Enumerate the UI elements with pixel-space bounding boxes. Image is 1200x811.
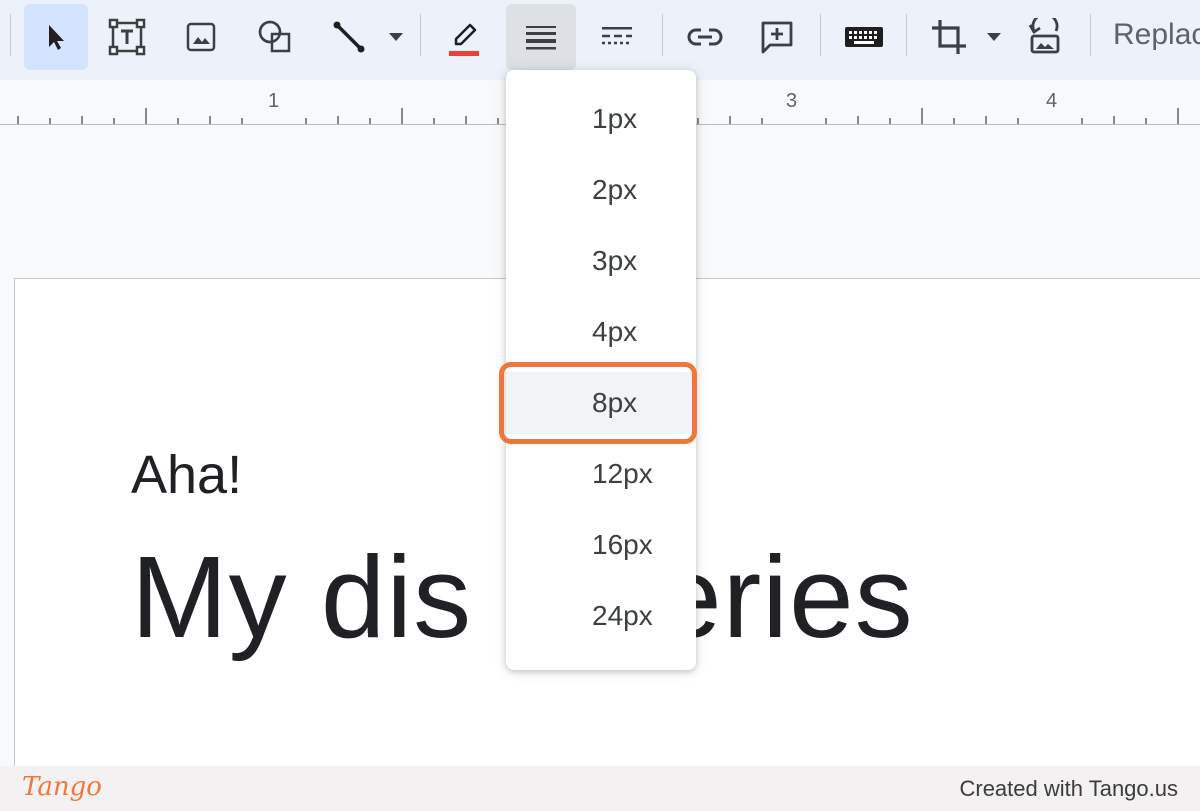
slide-title-start: My dis <box>131 532 473 662</box>
weight-option-1px[interactable]: 1px <box>506 88 696 150</box>
shape-icon <box>255 17 295 57</box>
crop-icon <box>929 17 969 57</box>
pencil-icon <box>439 12 489 62</box>
toolbar-separator <box>662 14 663 56</box>
toolbar-separator <box>820 14 821 56</box>
weight-option-2px[interactable]: 2px <box>506 159 696 221</box>
toolbar-separator <box>10 14 11 56</box>
line-color-swatch <box>449 51 479 56</box>
select-tool-button[interactable] <box>24 4 88 70</box>
crop-dropdown-button[interactable] <box>980 4 1008 70</box>
weight-option-12px[interactable]: 12px <box>506 443 696 505</box>
weight-option-16px[interactable]: 16px <box>506 514 696 576</box>
image-icon <box>184 20 218 54</box>
footer-credit: Created with Tango.us <box>959 776 1178 801</box>
border-weight-button[interactable] <box>506 4 576 70</box>
add-comment-icon <box>758 18 796 56</box>
weight-option-label: 16px <box>592 529 653 560</box>
text-box-icon <box>107 17 147 57</box>
line-dash-icon <box>600 24 634 50</box>
slide-subtitle[interactable]: Aha! <box>131 444 242 506</box>
weight-option-label: 3px <box>592 245 638 276</box>
ruler-label: 4 <box>1046 90 1058 112</box>
weight-option-3px[interactable]: 3px <box>506 230 696 292</box>
caret-down-icon <box>986 32 1002 42</box>
reset-image-icon <box>1026 18 1064 56</box>
border-color-button[interactable] <box>432 4 496 70</box>
weight-option-label: 12px <box>592 458 653 489</box>
replace-image-button[interactable]: Replac <box>1113 18 1200 52</box>
cursor-icon <box>43 22 69 52</box>
toolbar-separator <box>906 14 907 56</box>
crop-button[interactable] <box>918 4 980 70</box>
input-tools-button[interactable] <box>832 4 896 70</box>
weight-option-4px[interactable]: 4px <box>506 301 696 363</box>
weight-option-label: 24px <box>592 600 653 631</box>
toolbar-separator <box>1090 14 1091 56</box>
add-comment-button[interactable] <box>746 4 808 70</box>
link-icon <box>685 25 725 49</box>
text-box-button[interactable] <box>96 4 158 70</box>
line-icon <box>331 19 367 55</box>
insert-image-button[interactable] <box>170 4 232 70</box>
weight-option-label: 4px <box>592 316 638 347</box>
tango-logo: Tango <box>22 772 102 802</box>
line-tool-button[interactable] <box>318 4 380 70</box>
highlight-focus-box <box>499 362 697 444</box>
caret-down-icon <box>388 32 404 42</box>
shape-button[interactable] <box>244 4 306 70</box>
reset-image-button[interactable] <box>1014 4 1076 70</box>
ruler-label: 3 <box>786 90 798 112</box>
line-dropdown-button[interactable] <box>382 4 410 70</box>
insert-link-button[interactable] <box>674 4 736 70</box>
weight-option-label: 2px <box>592 174 638 205</box>
weight-option-label: 1px <box>592 103 638 134</box>
keyboard-icon <box>844 24 884 50</box>
ruler-label: 1 <box>268 90 280 112</box>
line-weight-icon <box>524 23 558 51</box>
toolbar: Replac <box>0 0 1200 80</box>
toolbar-separator <box>420 14 421 56</box>
weight-option-24px[interactable]: 24px <box>506 585 696 647</box>
border-dash-button[interactable] <box>586 4 648 70</box>
